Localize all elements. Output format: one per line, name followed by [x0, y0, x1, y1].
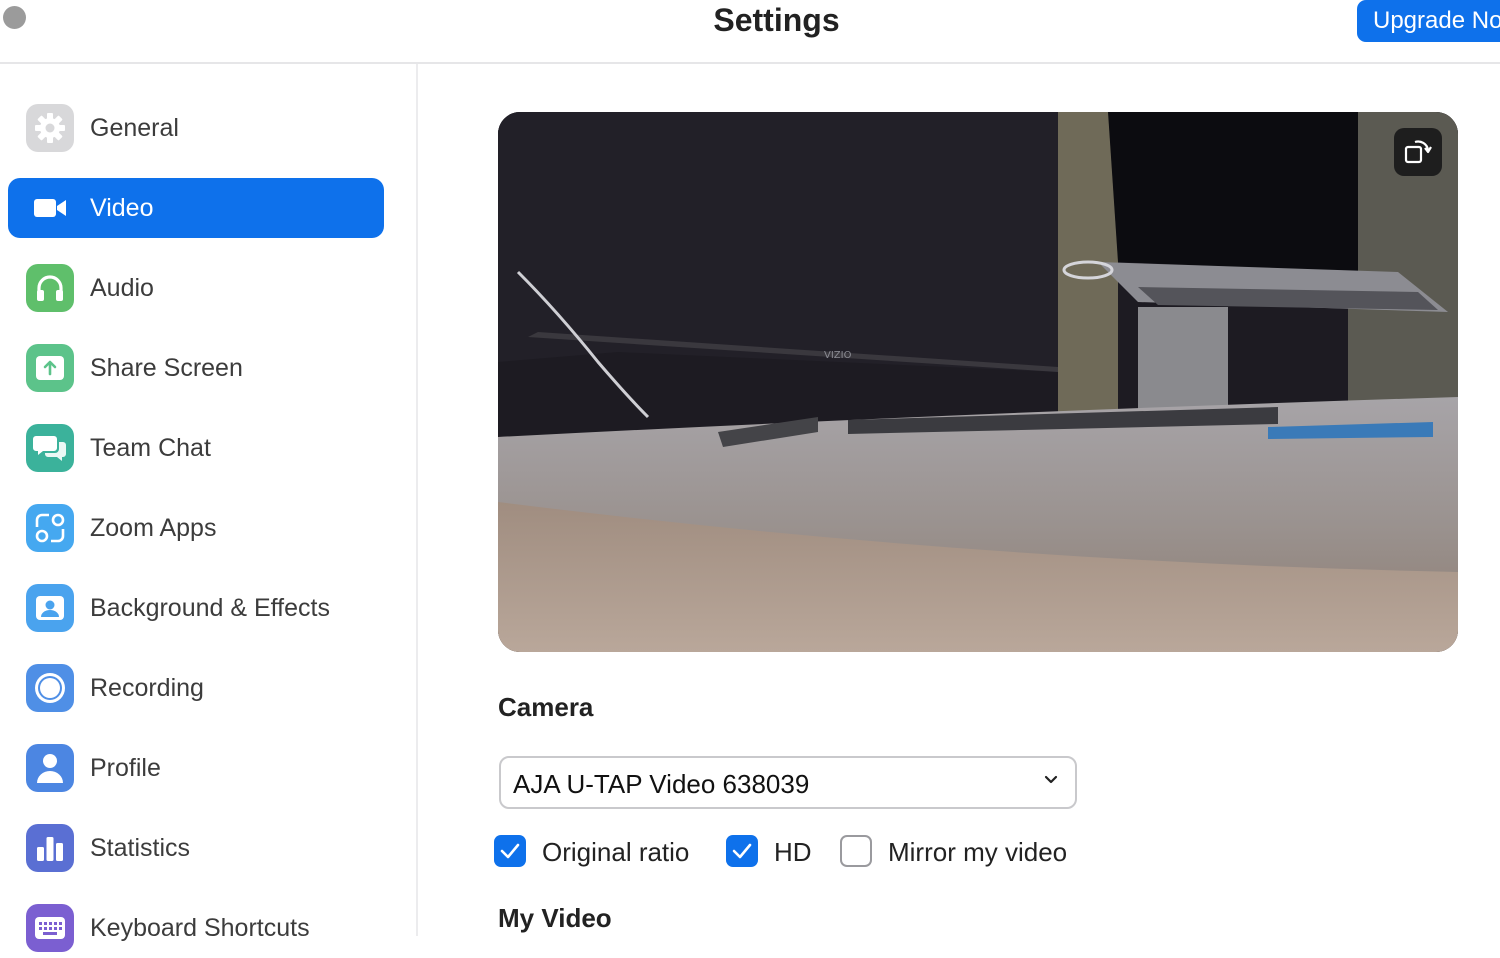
sidebar-item-label: Zoom Apps	[90, 514, 217, 542]
camera-select[interactable]: AJA U-TAP Video 638039	[499, 756, 1077, 809]
rotate-camera-button[interactable]	[1394, 128, 1442, 176]
title-bar: Settings Upgrade Now	[0, 0, 1500, 64]
chevron-down-icon	[1044, 775, 1058, 784]
profile-icon	[26, 744, 74, 792]
option-label: Original ratio	[542, 837, 690, 867]
sidebar-item-label: Statistics	[90, 834, 191, 862]
checkbox-checked[interactable]	[726, 835, 758, 867]
sidebar-item-recording[interactable]: Recording	[8, 658, 384, 718]
gear-icon	[26, 104, 74, 152]
headphones-icon	[26, 264, 74, 312]
sidebar-item-label: Audio	[90, 274, 154, 302]
record-icon	[26, 664, 74, 712]
bar-chart-icon	[26, 824, 74, 872]
option-label: HD	[774, 837, 812, 867]
window-title: Settings	[713, 2, 840, 38]
apps-icon	[26, 504, 74, 552]
settings-sidebar: General Video Audio Share Screen Team Ch…	[0, 64, 418, 952]
upgrade-button[interactable]: Upgrade Now	[1357, 0, 1500, 42]
sidebar-item-label: Profile	[90, 754, 161, 782]
sidebar-item-label: General	[90, 114, 179, 142]
checkmark-icon	[500, 843, 520, 859]
chat-bubbles-icon	[26, 424, 74, 472]
sidebar-item-general[interactable]: General	[8, 98, 384, 158]
rotate-icon	[1404, 140, 1432, 164]
sidebar-item-label: Team Chat	[90, 434, 211, 462]
option-label: Mirror my video	[888, 837, 1068, 867]
checkbox-checked[interactable]	[494, 835, 526, 867]
sidebar-item-team-chat[interactable]: Team Chat	[8, 418, 384, 478]
sidebar-item-zoom-apps[interactable]: Zoom Apps	[8, 498, 384, 558]
sidebar-item-keyboard-shortcuts[interactable]: Keyboard Shortcuts	[8, 898, 384, 958]
checkbox-unchecked[interactable]	[840, 835, 872, 867]
sidebar-item-label: Share Screen	[90, 354, 243, 382]
camera-heading: Camera	[498, 692, 594, 722]
sidebar-item-audio[interactable]: Audio	[8, 258, 384, 318]
sidebar-item-background-effects[interactable]: Background & Effects	[8, 578, 384, 638]
checkmark-icon	[732, 843, 752, 859]
sidebar-item-label: Background & Effects	[90, 594, 330, 622]
my-video-heading: My Video	[498, 903, 612, 933]
camera-preview-image: VIZIO	[498, 112, 1458, 652]
sidebar-item-label: Video	[90, 194, 154, 222]
sidebar-item-profile[interactable]: Profile	[8, 738, 384, 798]
video-preview: VIZIO	[498, 112, 1458, 652]
svg-text:VIZIO: VIZIO	[824, 350, 852, 361]
share-screen-icon	[26, 344, 74, 392]
keyboard-icon	[26, 904, 74, 952]
sidebar-item-label: Keyboard Shortcuts	[90, 914, 310, 942]
camera-select-value: AJA U-TAP Video 638039	[513, 769, 810, 799]
person-portrait-icon	[26, 584, 74, 632]
sidebar-item-label: Recording	[90, 674, 204, 702]
sidebar-item-statistics[interactable]: Statistics	[8, 818, 384, 878]
sidebar-item-video[interactable]: Video	[8, 178, 384, 238]
video-camera-icon	[26, 184, 74, 232]
sidebar-item-share-screen[interactable]: Share Screen	[8, 338, 384, 398]
